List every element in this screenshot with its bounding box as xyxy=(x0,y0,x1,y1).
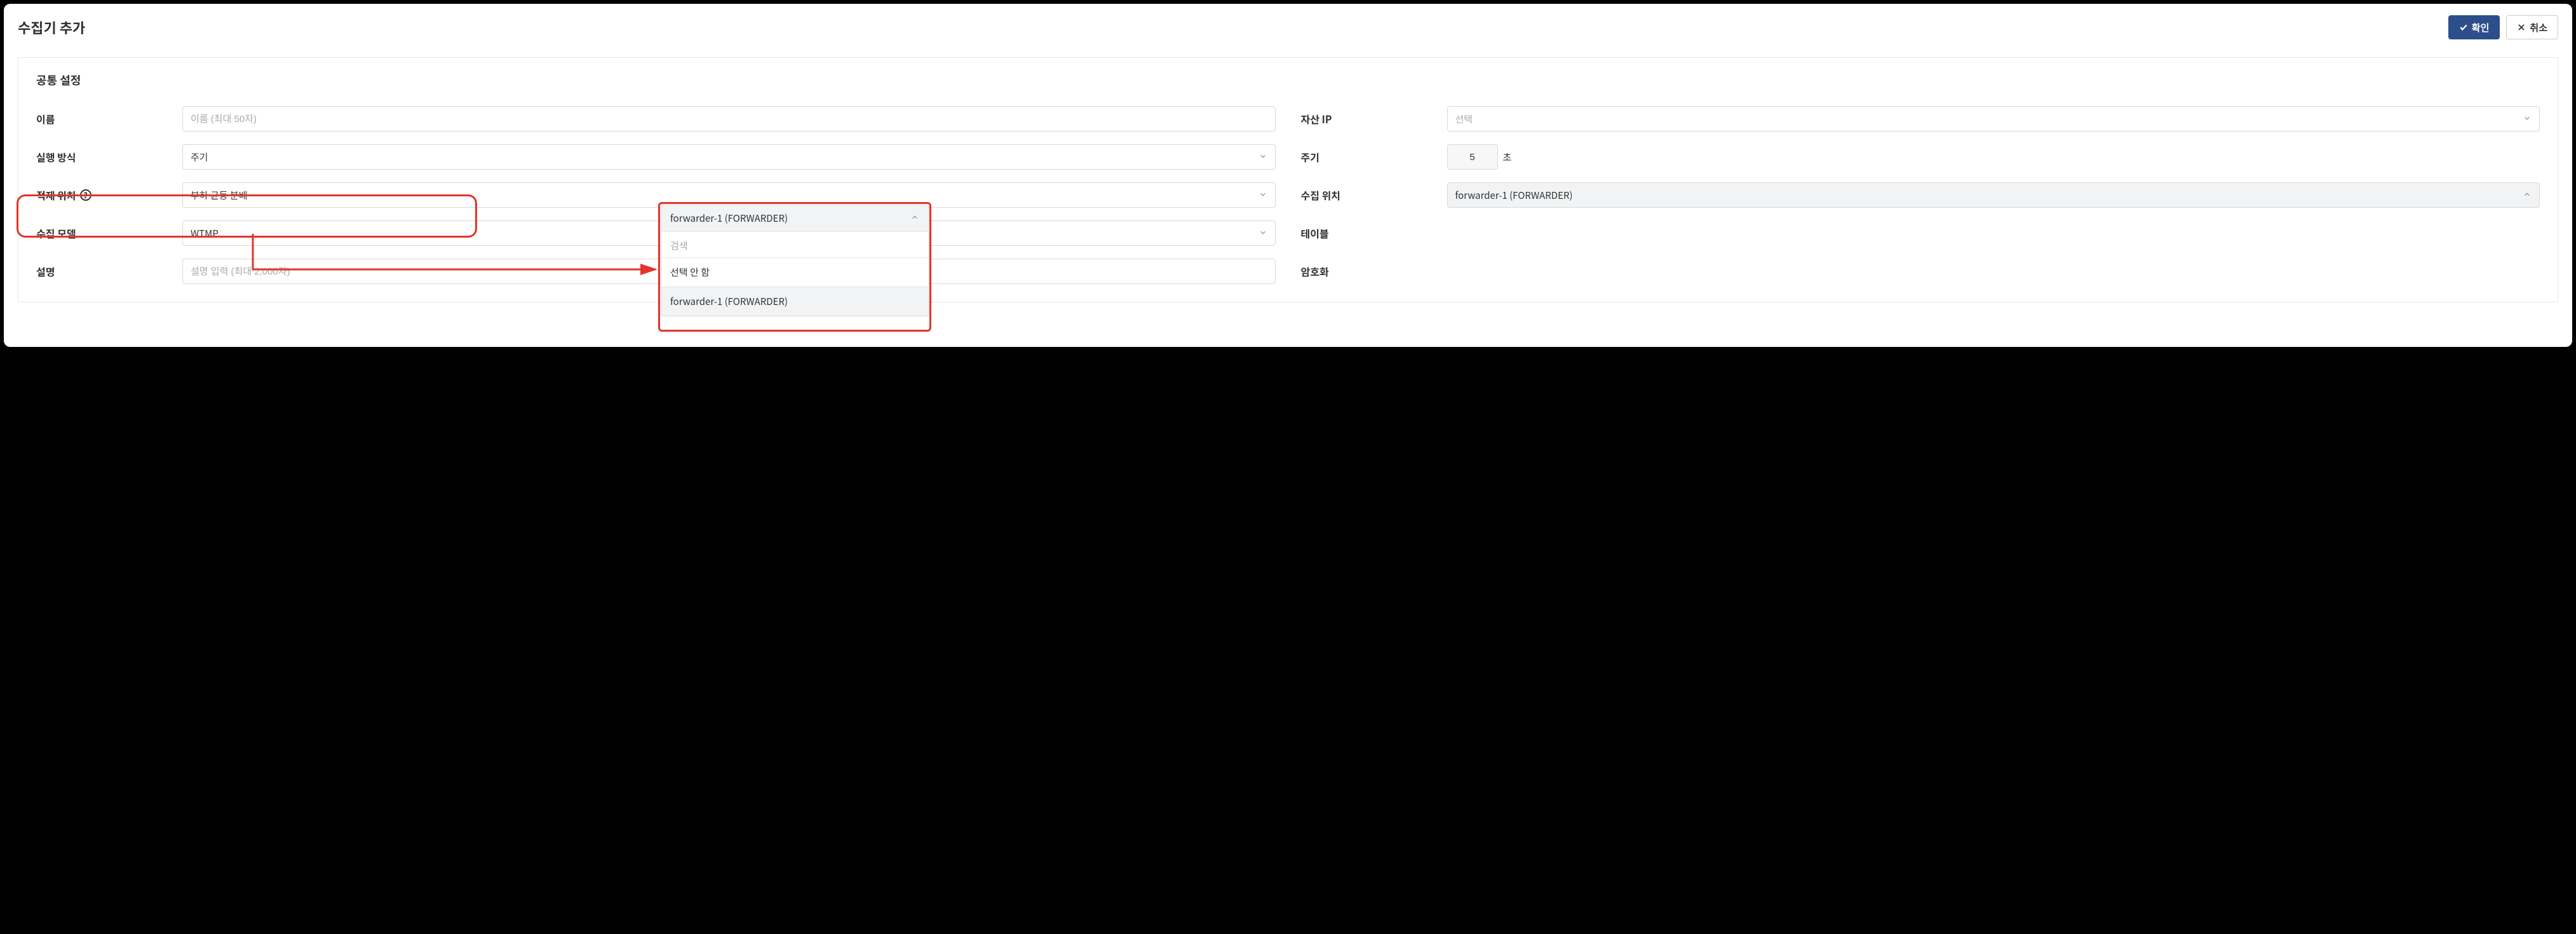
field-period: 주기 초 xyxy=(1301,144,2540,170)
collect-location-option-forwarder-1[interactable]: forwarder-1 (FORWARDER) xyxy=(661,287,928,316)
label-collect-model: 수집 모델 xyxy=(36,226,182,241)
field-load-location: 적재 위치 ? 부하 균등 분배 xyxy=(36,182,1276,208)
exec-mode-select[interactable]: 주기 xyxy=(182,144,1276,170)
period-unit: 초 xyxy=(1503,151,1512,164)
exec-mode-value: 주기 xyxy=(191,151,208,164)
load-location-value: 부하 균등 분배 xyxy=(191,189,248,202)
form-grid: 이름 자산 IP 선택 실행 방식 xyxy=(36,106,2540,284)
cancel-button[interactable]: 취소 xyxy=(2506,15,2558,39)
field-asset-ip: 자산 IP 선택 xyxy=(1301,106,2540,132)
chevron-up-icon xyxy=(910,212,919,225)
confirm-button[interactable]: 확인 xyxy=(2448,15,2500,39)
label-exec-mode: 실행 방식 xyxy=(36,149,182,165)
label-encryption: 암호화 xyxy=(1301,264,1447,279)
field-exec-mode: 실행 방식 주기 xyxy=(36,144,1276,170)
chevron-down-icon xyxy=(1258,227,1267,240)
chevron-down-icon xyxy=(1258,189,1267,202)
cancel-button-label: 취소 xyxy=(2530,21,2547,34)
common-settings-panel: 공통 설정 이름 자산 IP 선택 xyxy=(18,57,2558,302)
collect-location-dropdown: forwarder-1 (FORWARDER) 선택 안 함 forwarder… xyxy=(661,205,929,316)
collect-location-dropdown-header[interactable]: forwarder-1 (FORWARDER) xyxy=(661,205,928,231)
field-table: 테이블 xyxy=(1301,220,2540,246)
confirm-button-label: 확인 xyxy=(2472,21,2490,34)
collect-location-search-input[interactable] xyxy=(670,241,919,252)
label-load-location-text: 적재 위치 xyxy=(36,187,76,203)
check-icon xyxy=(2459,23,2468,32)
dialog-header: 수집기 추가 확인 취소 xyxy=(18,15,2558,39)
collect-model-value: WTMP xyxy=(191,227,219,240)
field-description: 설명 xyxy=(36,259,1276,284)
collect-location-dropdown-selected: forwarder-1 (FORWARDER) xyxy=(670,212,788,225)
collect-location-option-none[interactable]: 선택 안 함 xyxy=(661,257,928,287)
field-collect-model: 수집 모델 WTMP xyxy=(36,220,1276,246)
chevron-up-icon xyxy=(2523,189,2532,202)
collect-location-dropdown-search xyxy=(661,231,928,257)
load-location-select[interactable]: 부하 균등 분배 xyxy=(182,182,1276,208)
dialog-title: 수집기 추가 xyxy=(18,17,85,37)
add-collector-dialog: 수집기 추가 확인 취소 공통 설정 이름 자산 IP xyxy=(4,4,2572,347)
label-period: 주기 xyxy=(1301,149,1447,165)
help-icon[interactable]: ? xyxy=(80,189,91,201)
dialog-actions: 확인 취소 xyxy=(2448,15,2558,39)
label-table: 테이블 xyxy=(1301,226,1447,241)
close-icon xyxy=(2517,23,2526,32)
asset-ip-select[interactable]: 선택 xyxy=(1447,106,2540,132)
collect-location-value: forwarder-1 (FORWARDER) xyxy=(1455,189,1573,202)
chevron-down-icon xyxy=(1258,151,1267,164)
label-description: 설명 xyxy=(36,264,182,279)
label-load-location: 적재 위치 ? xyxy=(36,187,182,203)
collect-location-select[interactable]: forwarder-1 (FORWARDER) xyxy=(1447,182,2540,208)
label-collect-location: 수집 위치 xyxy=(1301,187,1447,203)
panel-title: 공통 설정 xyxy=(36,72,2540,88)
asset-ip-placeholder: 선택 xyxy=(1455,112,1473,126)
name-input[interactable] xyxy=(182,106,1276,132)
chevron-down-icon xyxy=(2523,112,2532,126)
field-name: 이름 xyxy=(36,106,1276,132)
field-collect-location: 수집 위치 forwarder-1 (FORWARDER) xyxy=(1301,182,2540,208)
label-name: 이름 xyxy=(36,111,182,126)
label-asset-ip: 자산 IP xyxy=(1301,111,1447,126)
field-encryption: 암호화 xyxy=(1301,259,2540,284)
period-input[interactable] xyxy=(1447,144,1498,170)
